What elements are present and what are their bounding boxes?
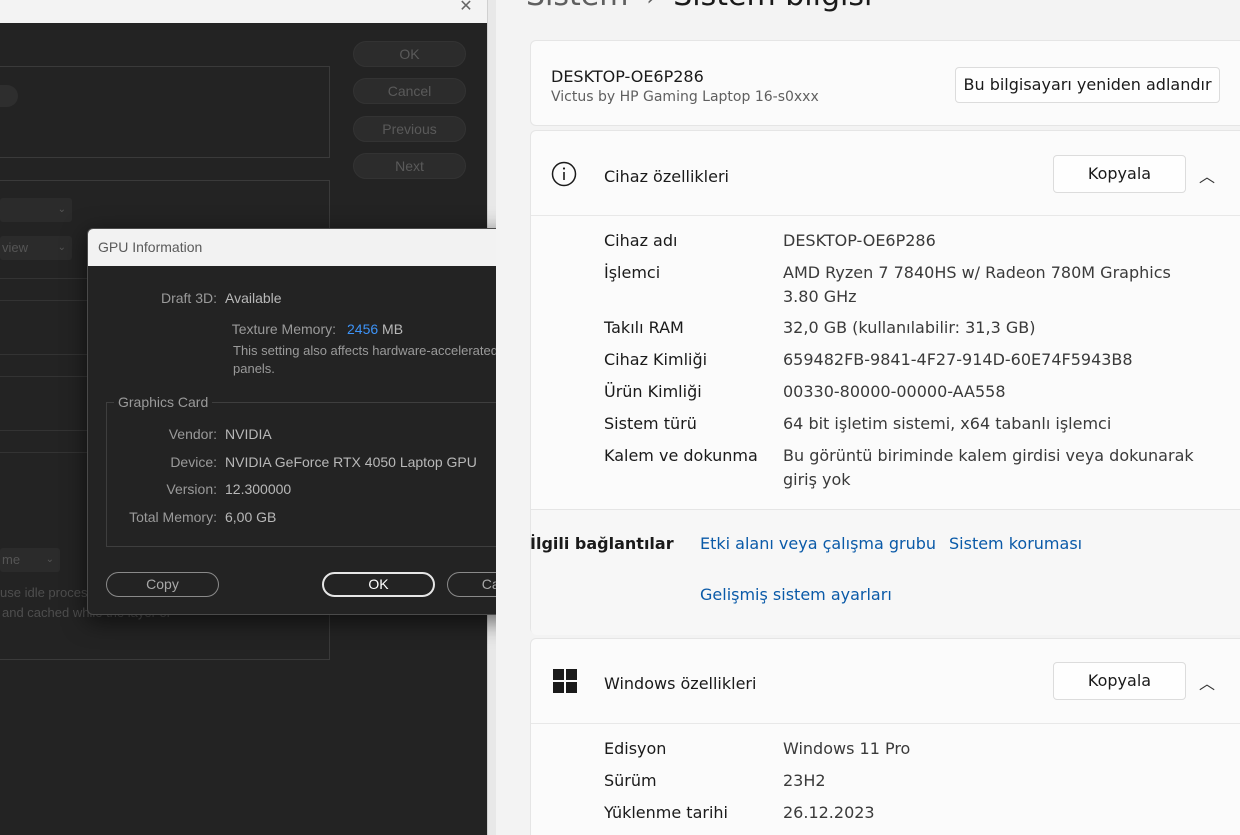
vendor-value: NVIDIA <box>225 426 272 442</box>
spec-label-ram: Takılı RAM <box>604 318 684 337</box>
spec-label-device-id: Cihaz Kimliği <box>604 350 708 369</box>
spec-label-pen-touch: Kalem ve dokunma <box>604 446 758 465</box>
spec-value-device-name: DESKTOP-OE6P286 <box>783 231 936 250</box>
device-value: NVIDIA GeForce RTX 4050 Laptop GPU <box>225 454 477 470</box>
chevron-down-icon: ⌄ <box>57 242 66 253</box>
copy-button[interactable]: Copy <box>106 572 219 597</box>
rename-pc-button[interactable]: Bu bilgisayarı yeniden adlandır <box>955 67 1220 103</box>
version-label: Version: <box>166 481 217 497</box>
device-label: Device: <box>170 454 217 470</box>
chevron-down-icon: ⌄ <box>57 204 66 215</box>
copy-windows-specs-button[interactable]: Kopyala <box>1053 662 1186 700</box>
related-links-section <box>531 510 1240 635</box>
next-button[interactable]: Next <box>353 153 466 179</box>
windows-specs-card: Windows özellikleri Kopyala ︿ Edisyon Wi… <box>530 638 1240 835</box>
spec-value-edition: Windows 11 Pro <box>783 739 911 758</box>
spec-value-system-type: 64 bit işletim sistemi, x64 tabanlı işle… <box>783 414 1112 433</box>
device-specs-card: Cihaz özellikleri Kopyala ︿ Cihaz adı DE… <box>530 130 1240 635</box>
vendor-label: Vendor: <box>168 426 217 442</box>
spec-value-pen-touch: Bu görüntü biriminde kalem girdisi veya … <box>783 446 1194 489</box>
total-memory-value: 6,00 GB <box>225 509 277 525</box>
domain-workgroup-link[interactable]: Etki alanı veya çalışma grubu <box>700 534 936 553</box>
spec-label-device-name: Cihaz adı <box>604 231 678 250</box>
spec-label-version: Sürüm <box>604 771 657 790</box>
breadcrumb-parent[interactable]: Sistem <box>526 0 628 13</box>
view-dropdown[interactable]: view ⌄ <box>0 236 72 260</box>
name-dropdown[interactable]: me ⌄ <box>0 548 60 572</box>
texture-memory-note: This setting also affects hardware-accel… <box>233 343 498 376</box>
spec-value-ram: 32,0 GB (kullanılabilir: 31,3 GB) <box>783 318 1036 337</box>
spec-label-install-date: Yüklenme tarihi <box>604 803 728 822</box>
version-value: 12.300000 <box>225 481 292 497</box>
windows-specs-title: Windows özellikleri <box>604 674 757 693</box>
chevron-down-icon: ⌄ <box>45 554 54 565</box>
graphics-card-legend: Graphics Card <box>114 394 213 410</box>
texture-memory-value[interactable]: 2456 <box>347 321 378 337</box>
spec-label-system-type: Sistem türü <box>604 414 697 433</box>
related-links-title: İlgili bağlantılar <box>530 534 674 553</box>
advanced-system-settings-link[interactable]: Gelişmiş sistem ayarları <box>700 585 892 604</box>
spec-value-processor: AMD Ryzen 7 7840HS w/ Radeon 780M Graphi… <box>783 263 1171 306</box>
info-icon <box>551 161 577 187</box>
device-model: Victus by HP Gaming Laptop 16-s0xxx <box>551 89 819 105</box>
windows-logo-icon <box>553 669 577 693</box>
windows-settings-window: Sistem › Sistem bilgisi DESKTOP-OE6P286 Vi… <box>496 0 1240 835</box>
texture-memory-unit: MB <box>382 321 404 337</box>
device-name: DESKTOP-OE6P286 <box>551 67 704 86</box>
draft3d-label: Draft 3D: <box>160 290 217 306</box>
spec-label-edition: Edisyon <box>604 739 667 758</box>
dropdown-select[interactable]: ⌄ <box>0 198 72 222</box>
cancel-button[interactable]: Cancel <box>353 78 466 104</box>
view-dropdown-label: view <box>2 240 29 255</box>
spec-value-device-id: 659482FB-9841-4F27-914D-60E74F5943B8 <box>783 350 1133 369</box>
graphics-card-group <box>106 402 560 547</box>
system-protection-link[interactable]: Sistem koruması <box>949 534 1082 553</box>
device-specs-title: Cihaz özellikleri <box>604 167 729 186</box>
spec-label-processor: İşlemci <box>604 263 661 282</box>
close-icon[interactable]: ✕ <box>456 0 476 14</box>
chevron-up-icon[interactable]: ︿ <box>1199 670 1215 694</box>
spec-label-product-id: Ürün Kimliği <box>604 382 702 401</box>
breadcrumb: Sistem › Sistem bilgisi <box>526 0 872 13</box>
divider <box>531 723 1240 724</box>
gpu-dialog-title: GPU Information <box>98 239 203 255</box>
texture-memory-label: Texture Memory: <box>231 321 336 337</box>
idle-processing-text: use idle proces <box>0 585 88 600</box>
divider <box>531 215 1240 216</box>
copy-device-specs-button[interactable]: Kopyala <box>1053 155 1186 193</box>
texture-memory-field[interactable]: 2456 MB <box>347 321 403 337</box>
previous-button[interactable]: Previous <box>353 116 466 142</box>
preferences-group-box <box>0 66 330 158</box>
chevron-right-icon: › <box>646 0 655 11</box>
total-memory-label: Total Memory: <box>129 509 217 525</box>
chevron-up-icon[interactable]: ︿ <box>1199 163 1215 187</box>
ok-button[interactable]: OK <box>353 41 466 67</box>
ok-button[interactable]: OK <box>322 572 435 597</box>
spec-value-version: 23H2 <box>783 771 826 790</box>
name-dropdown-label: me <box>2 552 21 567</box>
device-name-card: DESKTOP-OE6P286 Victus by HP Gaming Lapt… <box>530 40 1240 126</box>
preferences-titlebar: ✕ <box>0 0 487 23</box>
spec-value-install-date: 26.12.2023 <box>783 803 875 822</box>
draft3d-value: Available <box>225 290 282 306</box>
page-title: Sistem bilgisi <box>673 0 872 13</box>
spec-value-product-id: 00330-80000-00000-AA558 <box>783 382 1006 401</box>
